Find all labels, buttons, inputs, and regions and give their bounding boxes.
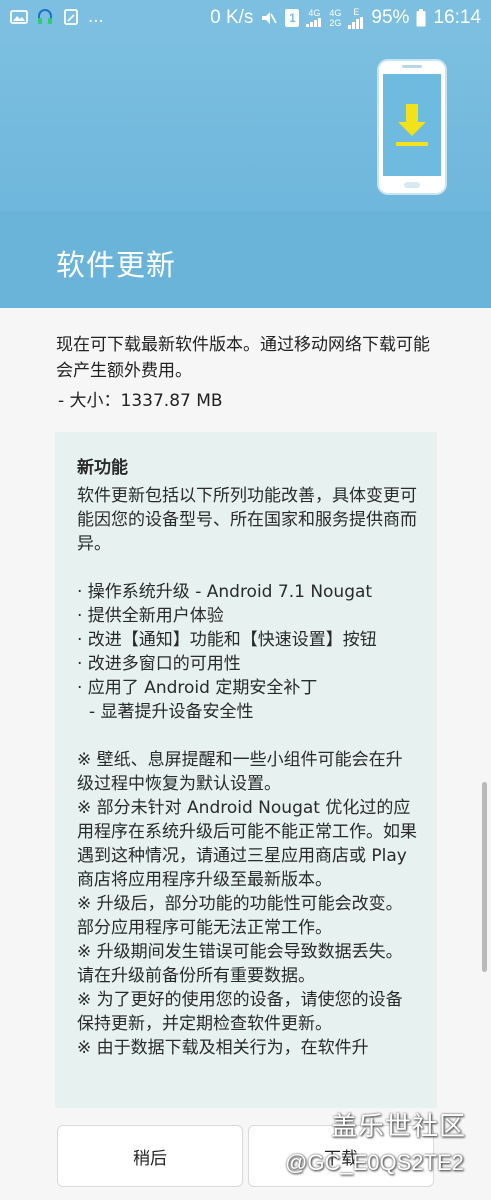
- list-item: · 应用了 Android 定期安全补丁: [77, 678, 318, 698]
- list-item: · 改进多窗口的可用性: [77, 654, 241, 674]
- gallery-icon: [10, 10, 28, 24]
- feature-list: · 操作系统升级 - Android 7.1 Nougat · 提供全新用户体验…: [77, 580, 417, 724]
- release-notes-intro: 软件更新包括以下所列功能改善，具体变更可能因您的设备型号、所在国家和服务提供商而…: [77, 486, 417, 554]
- release-notes-panel[interactable]: 新功能 软件更新包括以下所列功能改善，具体变更可能因您的设备型号、所在国家和服务…: [55, 432, 437, 1108]
- list-item: · 改进【通知】功能和【快速设置】按钮: [77, 630, 377, 650]
- network-2g-label: 2G: [329, 17, 342, 28]
- list-item: · 提供全新用户体验: [77, 606, 224, 626]
- phone-download-icon: [377, 59, 447, 195]
- warning-list: ※ 壁纸、息屏提醒和一些小组件可能会在升级过程中恢复为默认设置。 ※ 部分未针对…: [77, 748, 417, 1060]
- clock: 16:14: [433, 7, 481, 28]
- network-4g-label-b: 4G: [329, 7, 342, 18]
- network-4g-label: 4G: [308, 8, 321, 18]
- sim-card-icon: 1: [285, 9, 300, 27]
- network-type-4g-2g: 4G: [306, 9, 322, 27]
- battery-percent: 95%: [371, 7, 410, 28]
- network-e-label: E: [353, 6, 360, 17]
- warning-item: ※ 升级后，部分功能的功能性可能会改变。部分应用程序可能无法正常工作。: [77, 894, 403, 938]
- content-area: 现在可下载最新软件版本。通过移动网络下载可能会产生额外费用。 - 大小：1337…: [0, 308, 491, 1200]
- header: 软件更新: [0, 36, 491, 308]
- clipboard-icon: [64, 9, 78, 25]
- list-item: · 操作系统升级 - Android 7.1 Nougat: [77, 582, 373, 602]
- warning-item: ※ 壁纸、息屏提醒和一些小组件可能会在升级过程中恢复为默认设置。: [77, 750, 403, 794]
- watermark-logo: 盖乐世社区: [331, 1112, 467, 1142]
- list-subitem: - 显著提升设备安全性: [89, 702, 254, 722]
- update-description: 现在可下载最新软件版本。通过移动网络下载可能会产生额外费用。: [56, 335, 430, 381]
- warning-item: ※ 由于数据下载及相关行为，在软件升: [77, 1038, 369, 1058]
- signal-bars-icon: [306, 18, 322, 27]
- headset-icon: [38, 9, 52, 24]
- mute-icon: [262, 12, 278, 24]
- overflow-dots: ...: [88, 6, 104, 27]
- status-left-icons: ...: [10, 6, 104, 28]
- warning-item: ※ 升级期间发生错误可能会导致数据丢失。请在升级前备份所有重要数据。: [77, 942, 403, 986]
- later-button[interactable]: 稍后: [57, 1125, 243, 1187]
- scrollbar[interactable]: [482, 782, 487, 972]
- signal-bars-icon-2: [348, 16, 364, 29]
- battery-icon: [416, 9, 426, 27]
- release-notes-title: 新功能: [77, 458, 128, 478]
- watermark-user: @GC_E0QS2TE2: [285, 1150, 464, 1175]
- page-title: 软件更新: [56, 248, 177, 282]
- update-size: - 大小：1337.87 MB: [58, 391, 223, 411]
- warning-item: ※ 为了更好的使用您的设备，请使您的设备保持更新，并定期检查软件更新。: [77, 990, 403, 1034]
- warning-item: ※ 部分未针对 Android Nougat 优化过的应用程序在系统升级后可能不…: [77, 798, 417, 890]
- status-bar: ... 0 K/s 1 4G 4G 2G E 95% 16:14: [0, 0, 491, 36]
- release-notes-content: 新功能 软件更新包括以下所列功能改善，具体变更可能因您的设备型号、所在国家和服务…: [77, 456, 417, 1060]
- sim-card-label: 1: [289, 11, 296, 25]
- network-type-dual: 4G 2G: [329, 7, 342, 28]
- network-speed: 0 K/s: [210, 7, 254, 28]
- status-right-icons: 0 K/s 1 4G 4G 2G E 95% 16:14: [210, 0, 481, 36]
- network-e: E: [348, 6, 364, 29]
